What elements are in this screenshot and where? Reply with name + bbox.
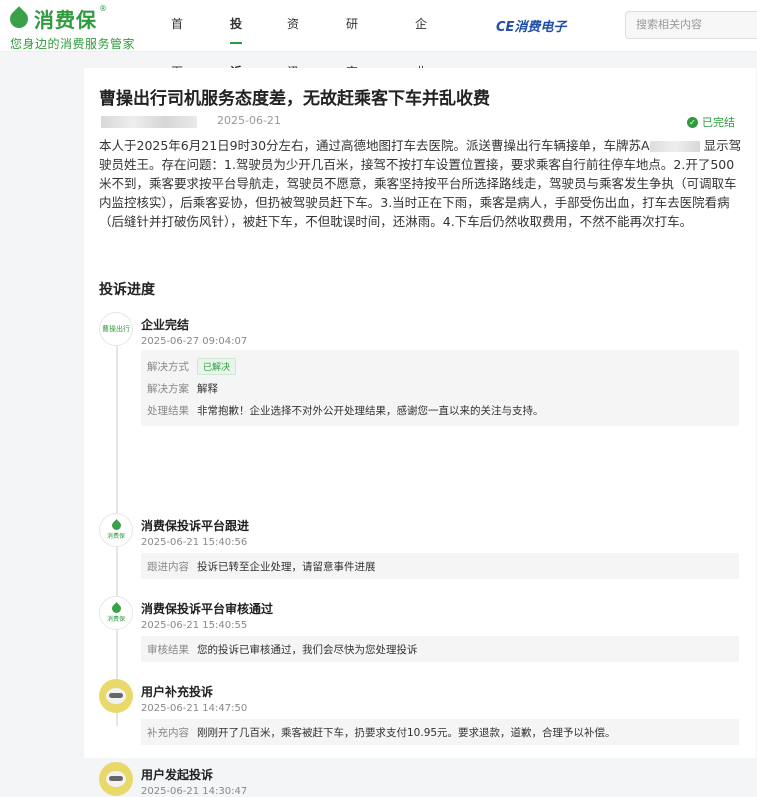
timeline-head: 企业完结 [141, 318, 190, 332]
row-label: 解决方式 [147, 360, 189, 373]
row-label: 审核结果 [147, 643, 189, 656]
check-circle-icon: ✓ [687, 116, 698, 128]
complaint-card: 曹操出行司机服务态度差，无故赶乘客下车并乱收费 2025-06-21 ✓ 已完结… [84, 68, 756, 797]
complaint-body-part1: 本人于2025年6月21日9时30分左右，通过高德地图打车去医院。派送曹操出行车… [99, 138, 650, 153]
complaint-title: 曹操出行司机服务态度差，无故赶乘客下车并乱收费 [99, 89, 490, 109]
timeline-head: 用户发起投诉 [141, 768, 214, 782]
row-value: 非常抱歉！企业选择不对外公开处理结果，感谢您一直以来的关注与支持。 [197, 404, 544, 417]
ce-brand-link[interactable]: CE消费电子 [496, 16, 566, 35]
timeline-head: 消费保投诉平台审核通过 [141, 602, 274, 616]
nav-complaints[interactable]: 投诉 [230, 0, 243, 79]
xfb-avatar: 消费保 [99, 513, 133, 547]
timeline-time: 2025-06-21 14:30:47 [141, 786, 248, 797]
site-logo[interactable]: 消费保 ® 您身边的消费服务管家 [6, 4, 136, 52]
row-value: 您的投诉已审核通过，我们会尽快为您处理投诉 [197, 643, 418, 656]
progress-title: 投诉进度 [99, 282, 155, 298]
blurred-username [101, 116, 197, 128]
logo-name: 消费保 [34, 8, 97, 32]
row-label: 解决方案 [147, 382, 189, 395]
user-avatar [99, 679, 133, 713]
raccoon-avatar-icon [106, 771, 126, 787]
logo-slogan: 您身边的消费服务管家 [10, 37, 136, 51]
timeline-head: 消费保投诉平台跟进 [141, 519, 250, 533]
row-value: 解释 [197, 382, 218, 395]
nav-research[interactable]: 研究院 [346, 0, 358, 127]
timeline-detail-box: 解决方式 已解决 解决方案 解释 处理结果 非常抱歉！企业选择不对外公开处理结果… [141, 350, 739, 426]
complaint-body: 本人于2025年6月21日9时30分左右，通过高德地图打车去医院。派送曹操出行车… [99, 136, 744, 231]
timeline-time: 2025-06-21 14:47:50 [141, 703, 248, 714]
xfb-avatar: 消费保 [99, 596, 133, 630]
company-avatar: 曹操出行 [99, 312, 133, 346]
nav-home[interactable]: 首页 [171, 0, 183, 79]
nav-news[interactable]: 资讯 [287, 0, 299, 79]
xfb-avatar-label: 消费保 [106, 532, 125, 540]
timeline-head: 用户补充投诉 [141, 685, 214, 699]
search-input[interactable]: 搜索相关内容 [625, 11, 757, 39]
timeline-detail-box: 补充内容 刚刚开了几百米，乘客被赶下车，扔要求支付10.95元。要求退款，道歉，… [141, 719, 739, 745]
blurred-plate [649, 141, 700, 152]
leaf-icon [109, 518, 123, 532]
complaint-date: 2025-06-21 [217, 114, 281, 127]
raccoon-avatar-icon [106, 688, 126, 704]
row-label: 处理结果 [147, 404, 189, 417]
xfb-avatar-label: 消费保 [106, 615, 125, 623]
leaf-icon [109, 601, 123, 615]
status-badge: ✓ 已完结 [687, 114, 735, 130]
timeline-time: 2025-06-21 15:40:55 [141, 620, 248, 631]
top-navbar: 消费保 ® 您身边的消费服务管家 首页 投诉 资讯 研究院 企业服务 CE消费电… [0, 0, 757, 175]
leaf-logo-icon [6, 5, 32, 32]
row-label: 补充内容 [147, 726, 189, 739]
complaint-meta: 2025-06-21 ✓ 已完结 [99, 113, 749, 131]
status-text: 已完结 [702, 116, 735, 129]
timeline-detail-box: 审核结果 您的投诉已审核通过，我们会尽快为您处理投诉 [141, 636, 739, 662]
row-label: 跟进内容 [147, 560, 189, 573]
registered-mark: ® [99, 4, 107, 13]
row-value: 投诉已转至企业处理，请留意事件进展 [197, 560, 376, 573]
resolved-tag: 已解决 [197, 357, 237, 375]
timeline-detail-box: 跟进内容 投诉已转至企业处理，请留意事件进展 [141, 553, 739, 579]
nav-enterprise[interactable]: 企业服务 [415, 0, 427, 175]
row-value: 刚刚开了几百米，乘客被赶下车，扔要求支付10.95元。要求退款，道歉，合理予以补… [197, 726, 616, 739]
timeline-time: 2025-06-27 09:04:07 [141, 336, 248, 347]
timeline-time: 2025-06-21 15:40:56 [141, 537, 248, 548]
user-avatar [99, 762, 133, 796]
company-avatar-label: 曹操出行 [102, 325, 130, 333]
